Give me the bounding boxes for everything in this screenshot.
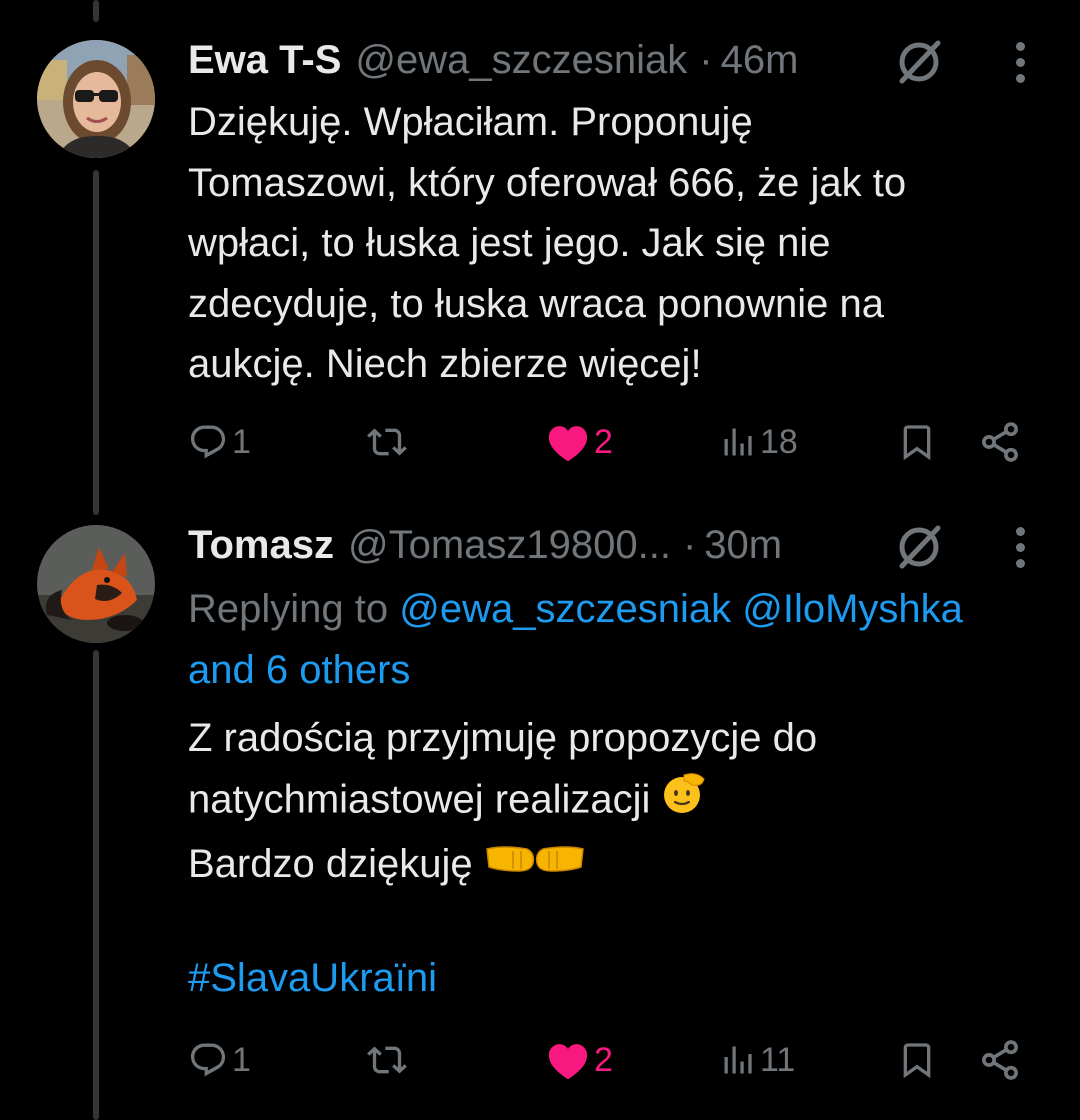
reply-button[interactable]: 1 — [188, 1030, 251, 1090]
author-handle[interactable]: @Tomasz19800... — [348, 523, 671, 568]
views-button[interactable]: 11 — [720, 1030, 795, 1090]
tweet-text-line: natychmiastowej realizacji — [188, 769, 1068, 835]
like-count: 2 — [594, 422, 613, 461]
more-options-icon[interactable] — [1010, 37, 1030, 87]
share-icon — [982, 422, 1018, 462]
tweet-text-line: aukcję. Niech zbierze więcej! — [188, 342, 702, 386]
like-button[interactable]: 2 — [546, 1030, 613, 1090]
grok-icon[interactable] — [889, 32, 949, 92]
timestamp[interactable]: 46m — [721, 38, 799, 83]
tweet-text-line: Dziękuję. Wpłaciłam. Proponuję — [188, 100, 753, 144]
bookmark-icon — [903, 425, 931, 461]
views-chart-icon — [724, 428, 752, 456]
reply-count: 1 — [232, 1040, 251, 1079]
heart-icon — [548, 426, 588, 462]
author-handle[interactable]: @ewa_szczesniak — [355, 38, 687, 83]
retweet-icon — [367, 428, 407, 456]
share-icon — [982, 1040, 1018, 1080]
tweet-text: Dziękuję. Wpłaciłam. Proponuję Tomaszowi… — [188, 92, 1068, 395]
reply-count: 1 — [232, 422, 251, 461]
bookmark-button[interactable] — [897, 412, 937, 472]
mention-link[interactable]: @IloMyshka — [742, 587, 963, 631]
avatar[interactable] — [37, 525, 155, 643]
more-options-icon[interactable] — [1010, 522, 1030, 572]
avatar[interactable] — [37, 40, 155, 158]
tweet-header: Tomasz @Tomasz19800... · 30m — [188, 520, 782, 570]
tweet-text: Z radością przyjmuję propozycje do natyc… — [188, 708, 1068, 897]
views-chart-icon — [724, 1046, 752, 1074]
tweet-header: Ewa T-S @ewa_szczesniak · 46m — [188, 35, 798, 85]
retweet-button[interactable] — [362, 412, 412, 472]
action-bar: 1 2 11 — [0, 1030, 1080, 1090]
retweet-button[interactable] — [362, 1030, 412, 1090]
tweet-text-line: wpłaci, to łuska jest jego. Jak się nie — [188, 221, 831, 265]
views-count: 18 — [760, 422, 798, 461]
share-button[interactable] — [978, 1030, 1022, 1090]
hashtag-link[interactable]: #SlavaUkraïni — [188, 948, 437, 1008]
tweet-text-line: Bardzo dziękuję — [188, 834, 1068, 897]
tweet-tomasz[interactable]: Tomasz @Tomasz19800... · 30m Replying to… — [0, 500, 1080, 1120]
reply-icon — [190, 425, 226, 459]
views-count: 11 — [760, 1040, 796, 1079]
reply-icon — [190, 1043, 226, 1077]
saluting-face-emoji-icon — [660, 769, 708, 835]
tweet-text-line: zdecyduje, to łuska wraca ponownie na — [188, 281, 884, 326]
author-name[interactable]: Ewa T-S — [188, 38, 341, 83]
retweet-icon — [367, 1046, 407, 1074]
mention-link[interactable]: @ewa_szczesniak — [399, 587, 731, 631]
views-button[interactable]: 18 — [720, 412, 798, 472]
timestamp[interactable]: 30m — [704, 523, 782, 568]
tweet-text-segment: Z radością przyjmuję propozycje do — [188, 716, 818, 760]
grok-icon[interactable] — [889, 517, 949, 577]
replying-to: Replying to @ewa_szczesniak @IloMyshka a… — [188, 579, 1068, 700]
dot-separator: · — [699, 37, 713, 82]
dot-separator: · — [682, 522, 697, 567]
author-name[interactable]: Tomasz — [188, 523, 334, 568]
bookmark-icon — [903, 1043, 931, 1079]
tweet-text-segment: Bardzo dziękuję — [188, 842, 473, 886]
like-count: 2 — [594, 1040, 613, 1079]
share-button[interactable] — [978, 412, 1022, 472]
others-link[interactable]: and 6 others — [188, 640, 1068, 701]
bookmark-button[interactable] — [897, 1030, 937, 1090]
tweet-text-line: Tomaszowi, który oferował 666, że jak to — [188, 160, 907, 205]
woman-sunglasses-avatar-icon — [37, 40, 155, 158]
tweet-text-line: Z radością przyjmuję propozycje do — [188, 708, 1068, 769]
tweet-ewa[interactable]: Ewa T-S @ewa_szczesniak · 46m Dziękuję. … — [0, 0, 1080, 500]
like-button[interactable]: 2 — [546, 412, 613, 472]
fist-bump-emoji-icon — [483, 836, 587, 897]
tweet-text-segment: natychmiastowej realizacji — [188, 776, 651, 821]
reply-button[interactable]: 1 — [188, 412, 251, 472]
replying-to-prefix: Replying to — [188, 587, 400, 631]
action-bar: 1 2 18 — [0, 412, 1080, 472]
heart-icon — [548, 1044, 588, 1080]
fox-avatar-icon — [37, 525, 155, 643]
